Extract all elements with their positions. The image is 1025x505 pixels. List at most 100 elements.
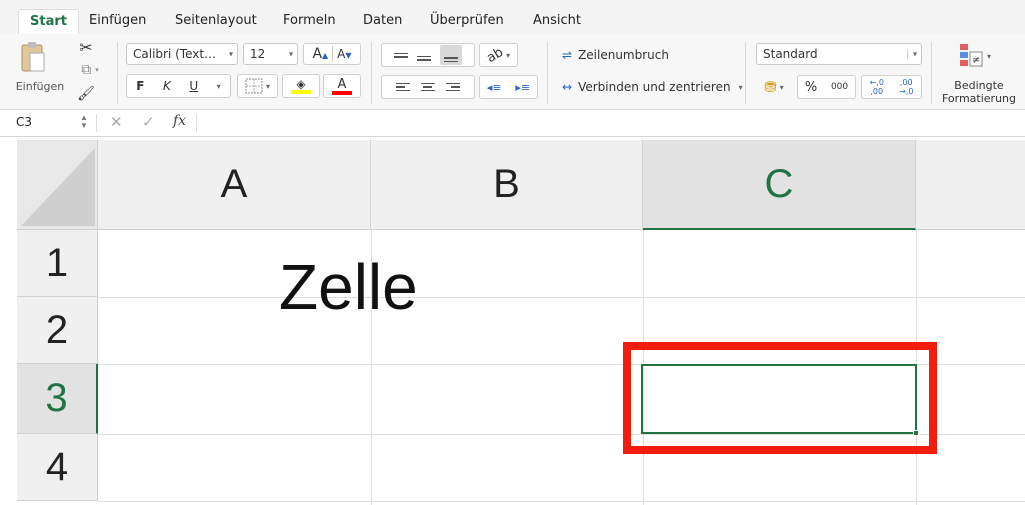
align-right-icon[interactable] [446, 82, 461, 92]
increase-decimal-icon[interactable]: ←,0,00 [870, 78, 884, 96]
ribbon: Einfügen ✂ ⧉ ▾ 🖌 Calibri (Text… ▾ 12 ▾ A▲… [0, 34, 1025, 110]
name-box-stepper-icon[interactable]: ▲ ▼ [80, 114, 88, 130]
tab-seitenlayout[interactable]: Seitenlayout [175, 9, 257, 34]
italic-button[interactable]: K [163, 79, 171, 93]
formula-bar: C3 ▲ ▼ ✕ ✓ fx [0, 110, 1025, 137]
thousands-button[interactable]: 000 [831, 82, 848, 92]
row-gridline [98, 297, 1025, 298]
font-size-value: 12 [250, 47, 266, 61]
chevron-down-icon: ▾ [288, 49, 293, 59]
text-orientation-icon: ab [484, 44, 506, 66]
format-painter-icon[interactable]: 🖌 [76, 84, 96, 104]
select-all-corner[interactable] [17, 140, 98, 230]
align-left-icon[interactable] [395, 82, 410, 92]
tab-ueberpruefen[interactable]: Überprüfen [430, 9, 504, 34]
font-color-button[interactable]: A [323, 74, 361, 98]
horizontal-align-group [381, 75, 475, 99]
formula-input[interactable] [204, 115, 1004, 131]
cancel-icon[interactable]: ✕ [110, 113, 123, 131]
name-box[interactable]: C3 [16, 115, 32, 129]
column-header-d[interactable] [916, 140, 1025, 230]
bold-button[interactable]: F [136, 79, 144, 93]
vertical-align-group [381, 43, 475, 67]
paint-bucket-icon: ◈ [296, 77, 306, 91]
ribbon-tab-bar: Start Einfügen Seitenlayout Formeln Date… [0, 0, 1025, 34]
align-center-icon[interactable] [420, 82, 435, 92]
spreadsheet-grid: A B C 1 2 3 4 Zelle [0, 137, 1025, 505]
font-name-dropdown[interactable]: Calibri (Text… ▾ [126, 43, 238, 65]
row-header-2[interactable]: 2 [17, 297, 98, 364]
tab-ansicht[interactable]: Ansicht [533, 9, 581, 34]
separator [332, 46, 334, 62]
conditional-formatting-icon: ≠ [959, 44, 983, 67]
decrease-decimal-icon[interactable]: ,00 →,0 [899, 78, 913, 96]
align-middle-icon[interactable] [416, 55, 431, 61]
decimal-group: ←,0,00 ,00 →,0 [861, 75, 922, 99]
align-bottom-icon[interactable] [439, 45, 462, 65]
borders-icon [245, 78, 263, 94]
chevron-down-icon: ▾ [986, 51, 991, 61]
tab-einfuegen[interactable]: Einfügen [89, 9, 146, 34]
decrease-indent-icon[interactable]: ◂≡ [487, 81, 502, 94]
coins-icon: ⛃ [764, 78, 777, 96]
paste-button[interactable] [18, 40, 48, 74]
orientation-button[interactable]: ab ▾ [479, 43, 518, 67]
currency-button[interactable]: ⛃ ▾ [756, 75, 792, 99]
cut-icon[interactable]: ✂ [76, 36, 96, 58]
font-size-stepper: A▲ A▼ [303, 43, 361, 65]
column-header-c[interactable]: C [643, 140, 916, 230]
wrap-text-icon: ⇌ [562, 48, 573, 62]
font-size-dropdown[interactable]: 12 ▾ [243, 43, 298, 65]
separator [117, 42, 118, 104]
row-header-4[interactable]: 4 [17, 434, 98, 501]
copy-icon[interactable]: ⧉ ▾ [76, 60, 104, 80]
merge-center-button[interactable]: ↔ Verbinden und zentrieren ▾ [562, 76, 743, 98]
fill-color-button[interactable]: ◈ [282, 74, 320, 98]
function-icon[interactable]: fx [173, 113, 186, 129]
tab-start[interactable]: Start [18, 9, 79, 34]
row-gridline [98, 501, 1025, 502]
chevron-down-icon: ▾ [228, 49, 233, 59]
align-top-icon[interactable] [394, 52, 409, 58]
decrease-font-icon[interactable]: A▼ [337, 47, 351, 61]
svg-text:≠: ≠ [972, 55, 980, 66]
cell-a1-text: Zelle [279, 251, 418, 323]
confirm-icon[interactable]: ✓ [142, 113, 155, 131]
select-all-triangle-icon [21, 148, 95, 226]
merge-label: Verbinden und zentrieren [578, 80, 731, 94]
fill-color-swatch [291, 90, 311, 94]
font-color-swatch [332, 90, 352, 95]
percent-thousands-group: % 000 [797, 75, 856, 99]
chevron-down-icon[interactable]: ▾ [217, 82, 221, 91]
chevron-down-icon: ▾ [906, 49, 917, 59]
merge-icon: ↔ [562, 80, 573, 94]
underline-button[interactable]: U [189, 79, 198, 93]
font-color-icon: A [337, 76, 347, 92]
wrap-text-button[interactable]: ⇌ Zeilenumbruch [562, 44, 669, 66]
cond-format-label-line2: Formatierung [941, 91, 1017, 105]
font-name-value: Calibri (Text… [133, 47, 217, 61]
conditional-formatting-button[interactable]: ≠ ▾ [955, 40, 995, 72]
number-format-dropdown[interactable]: Standard ▾ [756, 43, 922, 65]
indent-group: ◂≡ ▸≡ [479, 75, 538, 99]
chevron-down-icon: ▾ [779, 82, 784, 92]
column-header-b[interactable]: B [371, 140, 643, 230]
clipboard-icon [21, 42, 45, 72]
tab-daten[interactable]: Daten [363, 9, 402, 34]
column-header-a[interactable]: A [98, 140, 371, 230]
separator [371, 42, 372, 104]
chevron-down-icon: ▾ [265, 81, 270, 91]
separator [96, 114, 97, 132]
percent-button[interactable]: % [805, 80, 817, 95]
row-header-3[interactable]: 3 [17, 364, 98, 434]
increase-font-icon[interactable]: A▲ [312, 46, 328, 62]
row-header-1[interactable]: 1 [17, 230, 98, 297]
increase-indent-icon[interactable]: ▸≡ [515, 81, 530, 94]
separator [745, 42, 746, 104]
borders-button[interactable]: ▾ [237, 74, 278, 98]
wrap-text-label: Zeilenumbruch [578, 48, 669, 62]
tab-formeln[interactable]: Formeln [283, 9, 336, 34]
text-style-group: F K U ▾ [126, 74, 231, 98]
chevron-down-icon: ▾ [738, 82, 743, 92]
paste-label: Einfügen [15, 79, 65, 93]
